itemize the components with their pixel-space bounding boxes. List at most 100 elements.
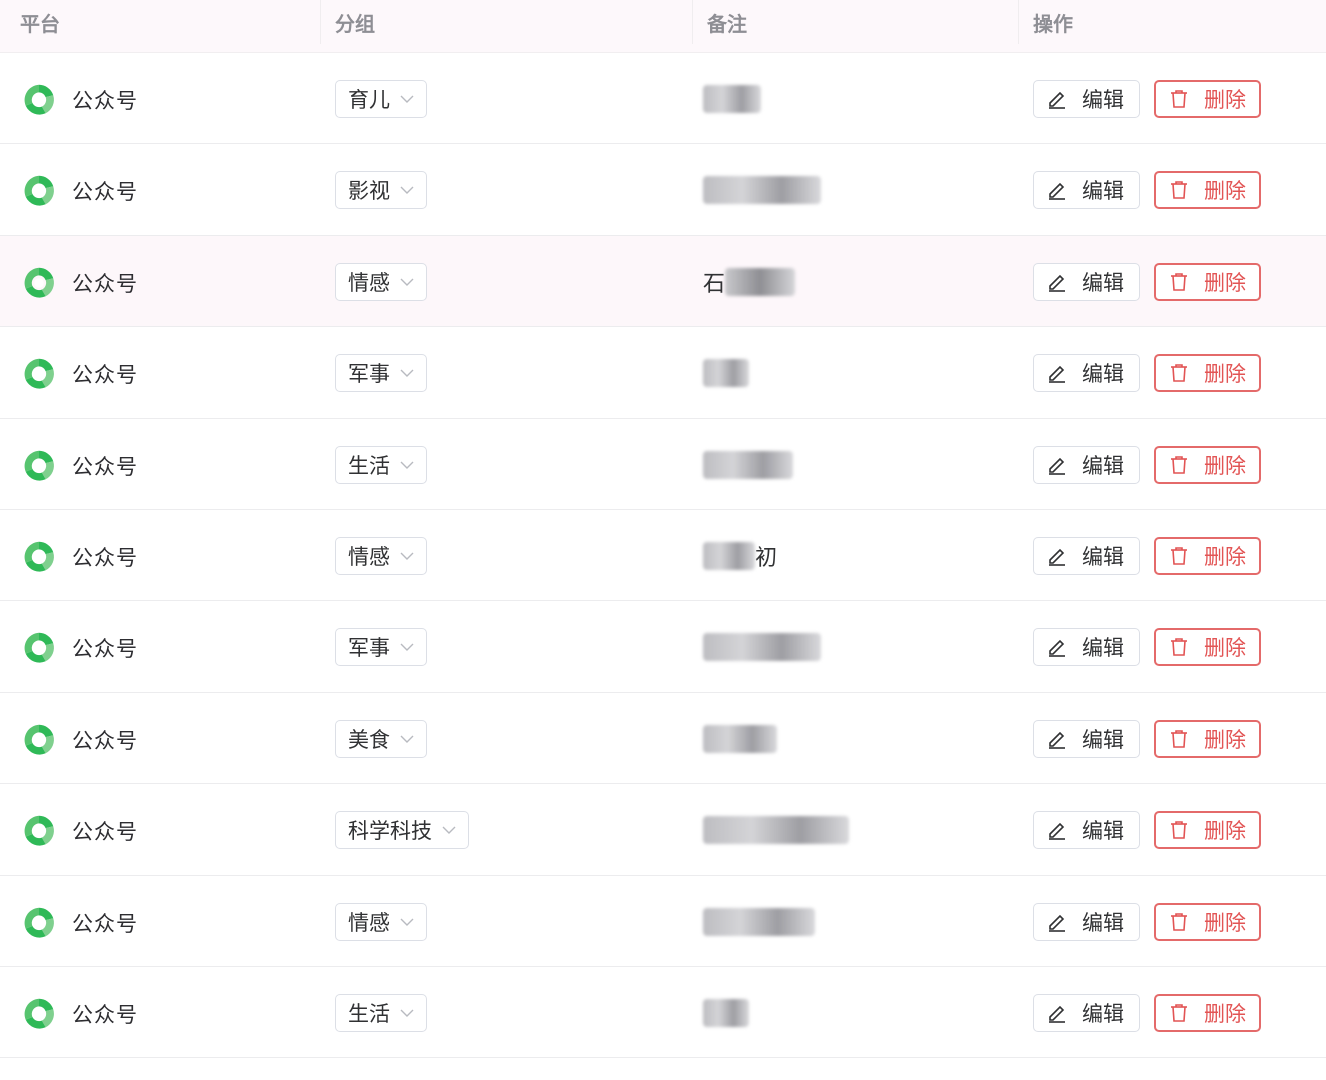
edit-pencil-icon	[1049, 91, 1065, 109]
delete-button[interactable]: 删除	[1154, 80, 1261, 118]
edit-button[interactable]: 编辑	[1033, 171, 1140, 210]
platform-name: 公众号	[72, 1002, 138, 1027]
trash-icon	[1171, 547, 1187, 565]
platform-name: 公众号	[72, 180, 138, 205]
trash-icon	[1171, 364, 1187, 382]
edit-pencil-icon	[1049, 731, 1065, 749]
edit-button-label: 编辑	[1082, 270, 1124, 295]
remark-cell: 石	[703, 266, 796, 298]
edit-button[interactable]: 编辑	[1033, 354, 1140, 393]
wechat-official-account-icon	[24, 541, 54, 572]
delete-button-label: 删除	[1204, 270, 1246, 295]
trash-icon	[1171, 1004, 1187, 1022]
remark-cell	[703, 631, 821, 663]
table-row: 公众号 情感 编辑 删除	[0, 876, 1326, 967]
platform-cell: 公众号	[20, 447, 138, 485]
edit-button-label: 编辑	[1082, 819, 1124, 844]
delete-button[interactable]: 删除	[1154, 262, 1261, 301]
platform-cell: 公众号	[20, 81, 138, 119]
chevron-down-icon	[400, 552, 414, 560]
group-select-value: 情感	[348, 544, 390, 569]
platform-cell: 公众号	[20, 264, 138, 302]
group-select[interactable]: 军事	[335, 628, 427, 667]
group-select[interactable]: 情感	[335, 536, 427, 575]
edit-pencil-icon	[1049, 822, 1065, 840]
column-header-group: 分组	[335, 12, 375, 36]
edit-button[interactable]: 编辑	[1033, 445, 1140, 484]
table-row: 公众号 生活 编辑 删除	[0, 967, 1326, 1059]
delete-button[interactable]: 删除	[1154, 719, 1261, 758]
delete-button-label: 删除	[1204, 727, 1246, 752]
edit-button[interactable]: 编辑	[1033, 811, 1140, 850]
delete-button-label: 删除	[1204, 544, 1246, 569]
group-select-value: 生活	[348, 453, 390, 478]
delete-button[interactable]: 删除	[1154, 628, 1261, 667]
edit-button[interactable]: 编辑	[1033, 628, 1140, 667]
platform-name: 公众号	[72, 545, 138, 570]
edit-button[interactable]: 编辑	[1033, 719, 1140, 758]
column-divider	[692, 0, 693, 44]
wechat-official-account-icon	[24, 176, 54, 206]
group-select[interactable]: 情感	[335, 902, 427, 941]
wechat-official-account-icon	[24, 998, 54, 1029]
wechat-official-account-icon	[24, 724, 54, 755]
chevron-down-icon	[400, 918, 414, 926]
edit-button[interactable]: 编辑	[1033, 262, 1140, 301]
edit-pencil-icon	[1049, 914, 1065, 932]
redacted-text	[703, 724, 777, 753]
column-divider	[1018, 0, 1019, 44]
table-row: 公众号 生活 编辑 删除	[0, 419, 1326, 510]
group-select[interactable]: 美食	[335, 719, 427, 758]
edit-pencil-icon	[1049, 183, 1065, 201]
group-select[interactable]: 生活	[335, 445, 427, 484]
delete-button[interactable]: 删除	[1154, 902, 1261, 941]
group-select-value: 生活	[348, 1001, 390, 1026]
group-select[interactable]: 影视	[335, 171, 427, 210]
accounts-table: 平台 分组 备注 操作 公众号 育儿 编辑 删除 公众号 影视 编辑 删除 公众…	[0, 0, 1326, 1059]
table-row: 公众号 军事 编辑 删除	[0, 327, 1326, 419]
chevron-down-icon	[400, 643, 414, 652]
delete-button[interactable]: 删除	[1154, 445, 1261, 484]
edit-button[interactable]: 编辑	[1033, 902, 1140, 941]
group-select[interactable]: 育儿	[335, 80, 427, 118]
group-select[interactable]: 军事	[335, 354, 427, 393]
platform-name: 公众号	[72, 728, 138, 753]
edit-button-label: 编辑	[1082, 727, 1124, 752]
delete-button[interactable]: 删除	[1154, 171, 1261, 210]
trash-icon	[1171, 638, 1187, 657]
table-row: 公众号 美食 编辑 删除	[0, 693, 1326, 785]
delete-button[interactable]: 删除	[1154, 536, 1261, 575]
edit-button-label: 编辑	[1082, 544, 1124, 569]
redacted-text	[725, 267, 796, 296]
edit-pencil-icon	[1049, 366, 1065, 383]
group-select[interactable]: 生活	[335, 993, 427, 1032]
platform-cell: 公众号	[20, 629, 138, 667]
group-select[interactable]: 科学科技	[335, 811, 469, 850]
chevron-down-icon	[400, 735, 414, 743]
delete-button[interactable]: 删除	[1154, 993, 1261, 1032]
wechat-official-account-icon	[24, 84, 54, 115]
delete-button-label: 删除	[1204, 819, 1246, 844]
wechat-official-account-icon	[24, 633, 54, 663]
remark-cell	[703, 83, 761, 115]
delete-button[interactable]: 删除	[1154, 354, 1261, 393]
edit-button-label: 编辑	[1082, 910, 1124, 935]
platform-cell: 公众号	[20, 904, 138, 942]
chevron-down-icon	[400, 95, 414, 103]
edit-button[interactable]: 编辑	[1033, 80, 1140, 118]
wechat-official-account-icon	[24, 450, 54, 481]
delete-button-label: 删除	[1204, 88, 1246, 112]
delete-button[interactable]: 删除	[1154, 811, 1261, 850]
trash-icon	[1171, 455, 1187, 474]
remark-cell: 初	[703, 540, 777, 572]
edit-pencil-icon	[1049, 457, 1065, 475]
group-select[interactable]: 情感	[335, 262, 427, 301]
remark-cell	[703, 449, 793, 481]
edit-button[interactable]: 编辑	[1033, 536, 1140, 575]
chevron-down-icon	[400, 278, 414, 286]
group-select-value: 情感	[348, 270, 390, 295]
trash-icon	[1171, 181, 1187, 200]
redacted-text	[703, 85, 761, 113]
edit-button[interactable]: 编辑	[1033, 993, 1140, 1032]
edit-pencil-icon	[1049, 548, 1065, 566]
